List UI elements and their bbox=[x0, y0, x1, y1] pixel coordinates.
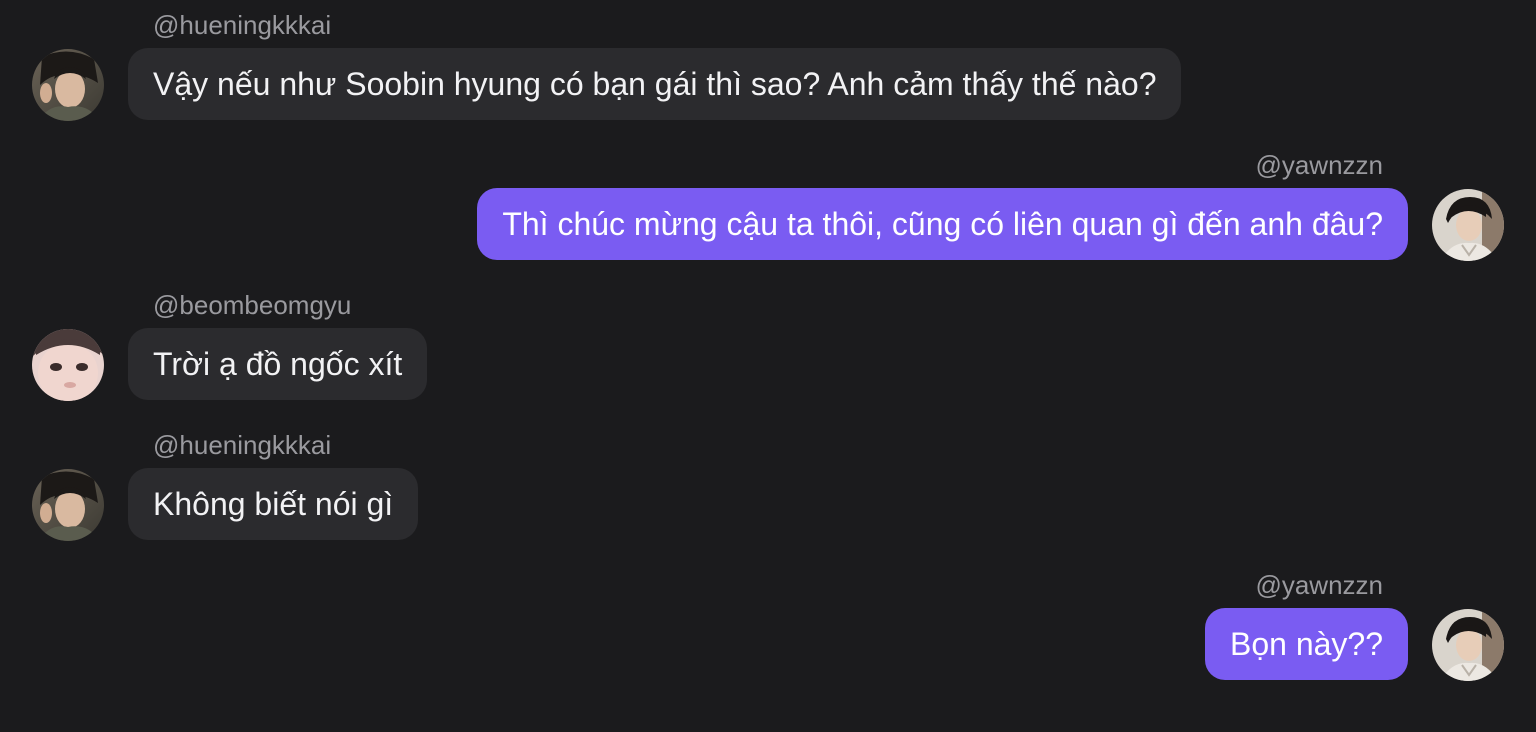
message-bubble[interactable]: Bọn này?? bbox=[1204, 608, 1408, 680]
message-bubble[interactable]: Thì chúc mừng cậu ta thôi, cũng có liên … bbox=[477, 188, 1408, 260]
avatar[interactable] bbox=[32, 49, 104, 121]
message-username[interactable]: @hueningkkkai bbox=[153, 8, 331, 42]
message-username[interactable]: @yawnzzn bbox=[1255, 568, 1383, 602]
message-row: @yawnzzn Bọn này?? bbox=[0, 568, 1536, 700]
message-bubble[interactable]: Trời ạ đồ ngốc xít bbox=[128, 328, 428, 400]
message-row: @beombeomgyu Trời ạ đồ ngốc xít bbox=[0, 288, 1536, 420]
message-username[interactable]: @beombeomgyu bbox=[153, 288, 351, 322]
avatar[interactable] bbox=[32, 469, 104, 541]
message-bubble[interactable]: Vậy nếu như Soobin hyung có bạn gái thì … bbox=[128, 48, 1182, 120]
avatar[interactable] bbox=[1432, 189, 1504, 261]
message-row: @hueningkkkai Vậy nếu như Soobin hyung c… bbox=[0, 8, 1536, 140]
message-row: @hueningkkkai Không biết nói gì bbox=[0, 428, 1536, 560]
chat-thread: @hueningkkkai Vậy nếu như Soobin hyung c… bbox=[0, 0, 1536, 732]
avatar[interactable] bbox=[1432, 609, 1504, 681]
avatar[interactable] bbox=[32, 329, 104, 401]
message-bubble[interactable]: Không biết nói gì bbox=[128, 468, 419, 540]
message-username[interactable]: @yawnzzn bbox=[1255, 148, 1383, 182]
message-username[interactable]: @hueningkkkai bbox=[153, 428, 331, 462]
message-row: @yawnzzn Thì chúc mừng cậu ta thôi, cũng… bbox=[0, 148, 1536, 280]
